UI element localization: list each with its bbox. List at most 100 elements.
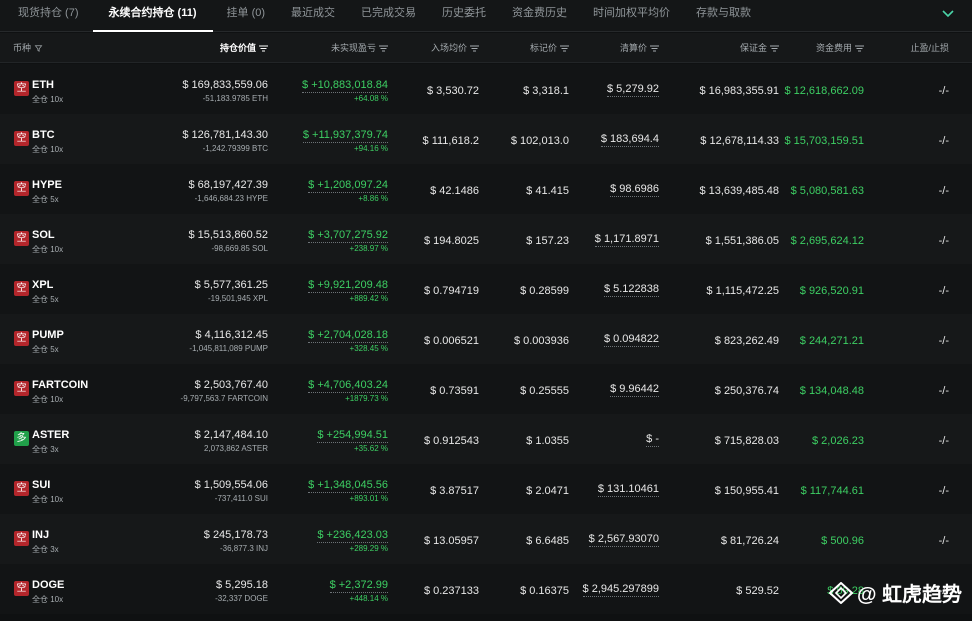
position-size: -1,045,811,089 PUMP [189,344,268,353]
margin-mode: 全仓 10x [32,95,64,104]
margin-value: $ 13,639,485.48 [699,185,779,197]
table-row[interactable]: 空 BTC 全仓 10x $ 126,781,143.30 -1,242.79399 B… [0,114,972,164]
tp-sl-value[interactable]: -/- [939,85,949,97]
tab-perp-positions[interactable]: 永续合约持仓 (11) [92,0,213,32]
chevron-down-icon[interactable] [942,10,954,18]
margin-value: $ 1,115,472.25 [706,285,779,297]
liq-price: $ 98.6986 [610,183,659,197]
unrealized-pnl: $ +10,883,018.84 [302,79,388,93]
sort-icon[interactable] [259,45,268,52]
table-row[interactable]: 空 INJ 全仓 3x $ 245,178.73 -36,877.3 INJ $ +236… [0,514,972,564]
tp-sl-value[interactable]: -/- [939,535,949,547]
entry-price: $ 111,618.2 [422,135,479,147]
sort-icon[interactable] [770,45,779,52]
tab-completed-trades[interactable]: 已完成交易 [361,0,416,32]
unrealized-pnl-pct: +94.16 % [353,144,388,153]
coin-symbol[interactable]: ASTER [32,429,69,441]
unrealized-pnl-pct: +238.97 % [349,244,388,253]
tp-sl-value[interactable]: -/- [939,135,949,147]
position-value: $ 126,781,143.30 [182,129,268,141]
col-position-value[interactable]: 持仓价值 [220,33,268,63]
col-funding[interactable]: 资金费用 [816,33,864,63]
tp-sl-value[interactable]: -/- [939,235,949,247]
unrealized-pnl: $ +4,706,403.24 [308,379,388,393]
side-badge: 空 [14,331,29,346]
table-row[interactable]: 空 SOL 全仓 10x $ 15,513,860.52 -98,669.85 SOL $… [0,214,972,264]
table-row[interactable]: 空 SUI 全仓 10x $ 1,509,554.06 -737,411.0 SUI $ … [0,464,972,514]
position-value: $ 5,295.18 [216,579,268,591]
tab-twap[interactable]: 时间加权平均价 [593,0,670,32]
liq-price: $ 131.10461 [597,483,659,497]
col-entry-price[interactable]: 入场均价 [431,33,479,63]
tp-sl-value[interactable]: -/- [939,435,949,447]
filter-icon[interactable] [34,45,43,52]
entry-price: $ 3.87517 [430,485,479,497]
liq-price: $ 0.094822 [603,333,659,347]
coin-symbol[interactable]: XPL [32,279,53,291]
funding-value: $ 5,080,581.63 [790,185,864,197]
coin-symbol[interactable]: INJ [32,529,49,541]
watermark: @ 虹虎趋势 [828,578,962,607]
sort-icon[interactable] [379,45,388,52]
coin-symbol[interactable]: BTC [32,129,55,141]
col-liq-price[interactable]: 清算价 [620,33,659,63]
mark-price: $ 0.16375 [520,585,569,597]
tp-sl-value[interactable]: -/- [939,335,949,347]
unrealized-pnl: $ +1,348,045.56 [308,479,388,493]
table-row[interactable]: 空 ETH 全仓 10x $ 169,833,559.06 -51,183.9785 E… [0,64,972,114]
tp-sl-value[interactable]: -/- [939,285,949,297]
sort-icon[interactable] [855,45,864,52]
col-unrealized-pnl[interactable]: 未实现盈亏 [331,33,388,63]
coin-symbol[interactable]: SUI [32,479,50,491]
tp-sl-value[interactable]: -/- [939,385,949,397]
position-value: $ 2,503,767.40 [194,379,268,391]
tp-sl-value[interactable]: -/- [939,185,949,197]
tab-spot-holdings[interactable]: 现货持仓 (7) [18,0,79,32]
liq-price: $ 2,567.93070 [588,533,659,547]
table-header: 币种 持仓价值 未实现盈亏 入场均价 标记价 清算价 保证金 资金费用 止盈/止… [0,33,972,63]
position-size: -98,669.85 SOL [211,244,268,253]
position-size: -9,797,563.7 FARTCOIN [180,394,268,403]
coin-symbol[interactable]: HYPE [32,179,62,191]
margin-value: $ 250,376.74 [714,385,779,397]
col-mark-price[interactable]: 标记价 [530,33,569,63]
col-coin[interactable]: 币种 [13,33,43,63]
mark-price: $ 6.6485 [526,535,569,547]
tab-order-history[interactable]: 历史委托 [442,0,486,32]
position-value: $ 15,513,860.52 [188,229,268,241]
sort-icon[interactable] [470,45,479,52]
margin-mode: 全仓 10x [32,245,64,254]
tab-recent-trades[interactable]: 最近成交 [291,0,335,32]
tab-funding-history[interactable]: 资金费历史 [512,0,567,32]
coin-symbol[interactable]: DOGE [32,579,64,591]
margin-mode: 全仓 10x [32,145,64,154]
sort-icon[interactable] [650,45,659,52]
tab-open-orders[interactable]: 挂单 (0) [227,0,266,32]
col-margin[interactable]: 保证金 [740,33,779,63]
table-row[interactable]: 空 FARTCOIN 全仓 10x $ 2,503,767.40 -9,797,563.… [0,364,972,414]
coin-symbol[interactable]: ETH [32,79,54,91]
funding-value: $ 15,703,159.51 [784,135,864,147]
table-row[interactable]: 空 DOGE 全仓 10x $ 5,295.18 -32,337 DOGE $ +2,37… [0,564,972,614]
col-tp-sl: 止盈/止损 [910,43,949,53]
table-row[interactable]: 空 HYPE 全仓 5x $ 68,197,427.39 -1,646,684.23 H… [0,164,972,214]
tab-deposits-withdrawals[interactable]: 存款与取款 [696,0,751,32]
coin-symbol[interactable]: PUMP [32,329,64,341]
entry-price: $ 3,530.72 [427,85,479,97]
funding-value: $ 244,271.21 [799,335,864,347]
coin-symbol[interactable]: SOL [32,229,55,241]
tp-sl-value[interactable]: -/- [939,485,949,497]
table-row[interactable]: 多 ASTER 全仓 3x $ 2,147,484.10 2,073,862 ASTER… [0,414,972,464]
table-row[interactable]: 空 PUMP 全仓 5x $ 4,116,312.45 -1,045,811,089 P… [0,314,972,364]
sort-icon[interactable] [560,45,569,52]
position-value: $ 5,577,361.25 [194,279,268,291]
side-badge: 空 [14,131,29,146]
mark-price: $ 41.415 [526,185,569,197]
table-row[interactable]: 空 XPL 全仓 5x $ 5,577,361.25 -19,501,945 XPL $ … [0,264,972,314]
coin-symbol[interactable]: FARTCOIN [32,379,88,391]
liq-price: $ 183,694.4 [600,133,659,147]
funding-value: $ 134,048.48 [799,385,864,397]
unrealized-pnl: $ +2,704,028.18 [308,329,388,343]
position-value: $ 4,116,312.45 [195,329,268,341]
position-tabs: 现货持仓 (7) 永续合约持仓 (11) 挂单 (0) 最近成交 已完成交易 历… [0,0,972,32]
